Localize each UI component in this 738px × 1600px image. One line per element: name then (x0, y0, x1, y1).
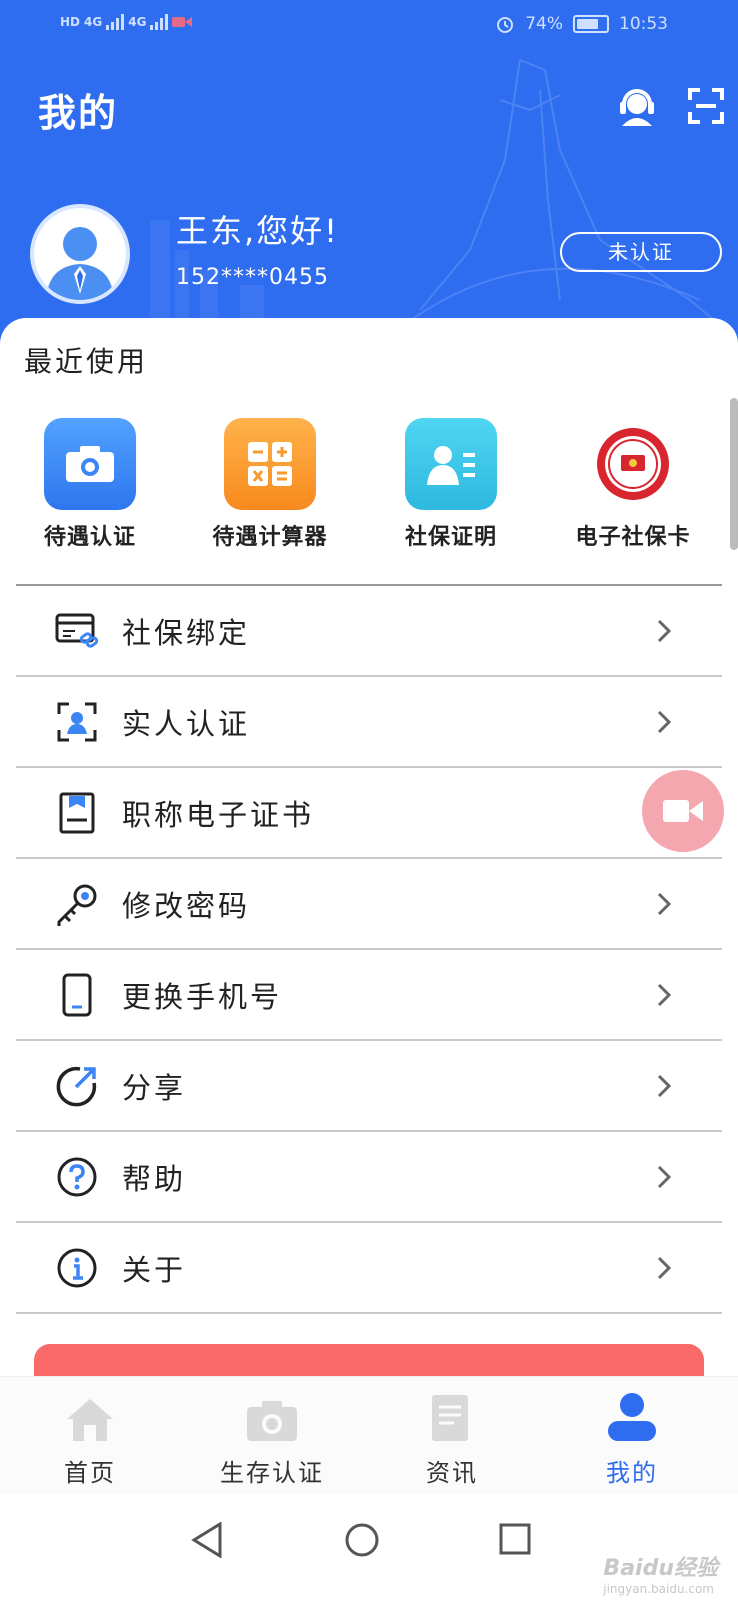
user-icon (542, 1385, 722, 1443)
menu-item-about[interactable]: 关于 (16, 1223, 722, 1314)
camera-icon (44, 418, 136, 510)
page-title: 我的 (38, 91, 119, 135)
id-card-icon (405, 418, 497, 510)
menu-item-share[interactable]: 分享 (16, 1041, 722, 1132)
customer-service-icon[interactable] (618, 86, 656, 130)
info-icon (54, 1245, 100, 1291)
tab-label: 首页 (64, 1459, 116, 1487)
menu-item-change-password[interactable]: 修改密码 (16, 859, 722, 950)
menu-item-label: 社保绑定 (122, 615, 251, 650)
phone-icon (54, 972, 100, 1018)
alarm-icon (497, 17, 514, 33)
tab-label: 生存认证 (220, 1459, 324, 1487)
menu-item-label: 分享 (122, 1070, 187, 1105)
tab-survival-auth[interactable]: 生存认证 (182, 1385, 362, 1488)
recent-item-label: 社保证明 (404, 525, 497, 550)
signal-icon (150, 14, 169, 30)
tab-news[interactable]: 资讯 (362, 1385, 542, 1488)
phone-number: 152****0455 (176, 265, 329, 290)
social-security-card-icon (587, 418, 679, 510)
menu-item-label: 修改密码 (122, 888, 251, 923)
home-icon (0, 1385, 180, 1443)
chevron-right-icon (657, 1074, 672, 1098)
recent-grid: 待遇认证 待遇计算器 社保证明 电子社保卡 (0, 418, 738, 578)
recent-item-label: 待遇计算器 (212, 525, 328, 550)
back-icon[interactable] (190, 1522, 224, 1558)
card-link-icon (54, 608, 100, 654)
content-card: 最近使用 待遇认证 待遇计算器 社保证明 电子社保卡 社保绑定 实人认证 职称电… (0, 318, 738, 1440)
menu-item-real-person-auth[interactable]: 实人认证 (16, 677, 722, 768)
clock: 10:53 (619, 14, 668, 34)
greeting: 王东,您好! (176, 212, 340, 250)
key-icon (54, 881, 100, 927)
battery-text: 74% (525, 14, 563, 34)
verify-status-button[interactable]: 未认证 (560, 232, 722, 272)
scan-icon[interactable] (688, 88, 724, 128)
recent-item-label: 电子社保卡 (575, 525, 691, 550)
watermark: Baidu经验 (603, 1556, 718, 1581)
menu-item-social-security-binding[interactable]: 社保绑定 (16, 586, 722, 677)
share-icon (54, 1063, 100, 1109)
chevron-right-icon (657, 619, 672, 643)
bottom-tab-bar: 首页 生存认证 资讯 我的 (0, 1376, 738, 1494)
recent-item-benefit-calculator[interactable]: 待遇计算器 (185, 418, 355, 554)
menu-item-label: 帮助 (122, 1161, 187, 1196)
home-nav-icon[interactable] (344, 1522, 380, 1558)
scrollbar[interactable] (730, 398, 738, 550)
recent-item-e-social-card[interactable]: 电子社保卡 (548, 418, 718, 554)
camera-icon (182, 1385, 362, 1443)
calculator-icon (224, 418, 316, 510)
recent-section-title: 最近使用 (24, 345, 149, 378)
chevron-right-icon (657, 892, 672, 916)
chevron-right-icon (657, 710, 672, 734)
news-icon (362, 1385, 542, 1443)
menu-item-label: 更换手机号 (122, 979, 283, 1014)
watermark-url: jingyan.baidu.com (603, 1582, 714, 1596)
avatar[interactable] (30, 204, 130, 304)
chevron-right-icon (657, 983, 672, 1007)
tab-home[interactable]: 首页 (0, 1385, 180, 1488)
chevron-right-icon (657, 1165, 672, 1189)
recent-item-label: 待遇认证 (43, 525, 136, 550)
floating-video-button[interactable] (642, 770, 724, 852)
tab-label: 资讯 (426, 1459, 478, 1487)
tab-label: 我的 (606, 1459, 658, 1487)
menu-item-label: 职称电子证书 (122, 797, 315, 832)
menu-list: 社保绑定 实人认证 职称电子证书 修改密码 更换手机号 分享 帮助 关于 (16, 586, 722, 1314)
hd-indicator: HD (60, 15, 81, 29)
recent-item-benefit-auth[interactable]: 待遇认证 (5, 418, 175, 554)
video-call-icon (172, 17, 193, 27)
status-bar: HD 4G 4G 74% 10:53 (0, 0, 738, 52)
system-nav-bar: Baidu经验 jingyan.baidu.com (0, 1494, 738, 1600)
help-icon (54, 1154, 100, 1200)
menu-item-label: 实人认证 (122, 706, 251, 741)
recent-item-social-security-proof[interactable]: 社保证明 (366, 418, 536, 554)
menu-item-help[interactable]: 帮助 (16, 1132, 722, 1223)
face-scan-icon (54, 699, 100, 745)
sim2-network: 4G (128, 15, 147, 29)
video-camera-icon (663, 800, 703, 822)
signal-icon (106, 14, 125, 30)
profile-header: HD 4G 4G 74% 10:53 我的 王东,您好! 152****0455… (0, 0, 738, 345)
chevron-right-icon (657, 1256, 672, 1280)
tab-mine[interactable]: 我的 (542, 1385, 722, 1488)
battery-icon (573, 15, 609, 33)
sim1-network: 4G (84, 15, 103, 29)
recents-icon[interactable] (498, 1522, 532, 1556)
menu-item-title-certificate[interactable]: 职称电子证书 (16, 768, 722, 859)
menu-item-label: 关于 (122, 1252, 187, 1287)
certificate-icon (54, 790, 100, 836)
menu-item-change-phone[interactable]: 更换手机号 (16, 950, 722, 1041)
